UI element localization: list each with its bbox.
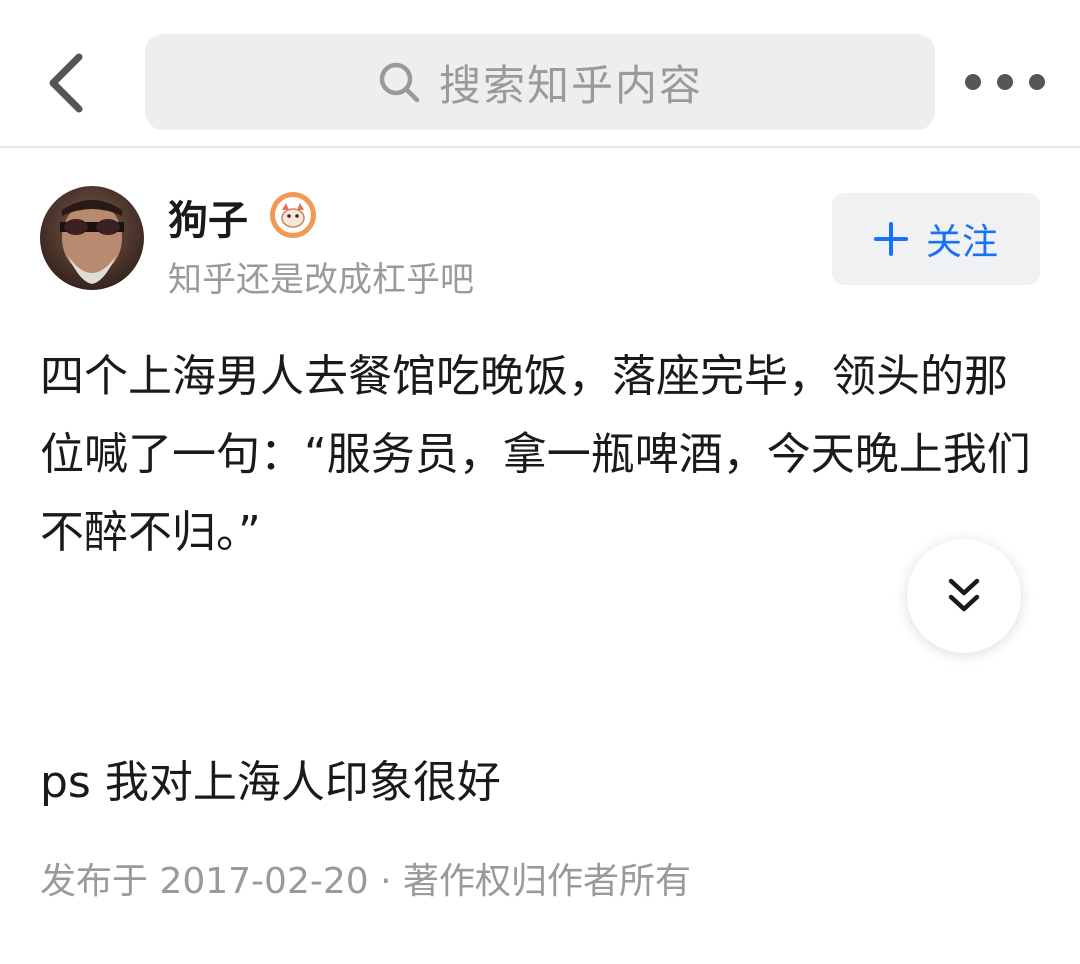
follow-button[interactable]: 关注 — [832, 193, 1040, 285]
expand-button[interactable] — [907, 539, 1021, 653]
plus-icon — [873, 222, 908, 256]
more-dot-icon — [965, 74, 981, 90]
more-dot-icon — [997, 74, 1013, 90]
search-placeholder: 搜索知乎内容 — [438, 60, 703, 110]
author-name[interactable]: 狗子 — [168, 188, 248, 246]
answer-ps: ps 我对上海人印象很好 — [40, 757, 501, 808]
answer-paragraph: 四个上海男人去餐馆吃晚饭，落座完毕，领头的那位喊了一句：“服务员，拿一瓶啤酒，今… — [40, 351, 1031, 558]
avatar[interactable] — [40, 186, 144, 290]
publish-meta: 发布于 2017-02-20 · 著作权归作者所有 — [40, 861, 691, 902]
search-icon — [379, 62, 420, 103]
chevron-left-icon — [49, 53, 83, 113]
answer-content: 四个上海男人去餐馆吃晚饭，落座完毕，领头的那位喊了一句：“服务员，拿一瓶啤酒，今… — [40, 338, 1040, 822]
more-dot-icon — [1029, 74, 1045, 90]
top-bar: 搜索知乎内容 — [0, 0, 1080, 148]
badge-icon[interactable] — [268, 190, 318, 240]
avatar-image — [40, 186, 144, 290]
double-chevron-down-icon — [948, 578, 980, 612]
back-button[interactable] — [30, 40, 100, 126]
answer-page: 搜索知乎内容 狗子 知乎还是改成杠乎吧 关注 四个上海男人去餐馆吃晚饭，落座完毕… — [0, 0, 1080, 964]
more-button[interactable] — [965, 62, 1045, 102]
author-bio: 知乎还是改成杠乎吧 — [168, 260, 474, 300]
search-input[interactable]: 搜索知乎内容 — [145, 34, 935, 130]
follow-label: 关注 — [925, 222, 998, 263]
